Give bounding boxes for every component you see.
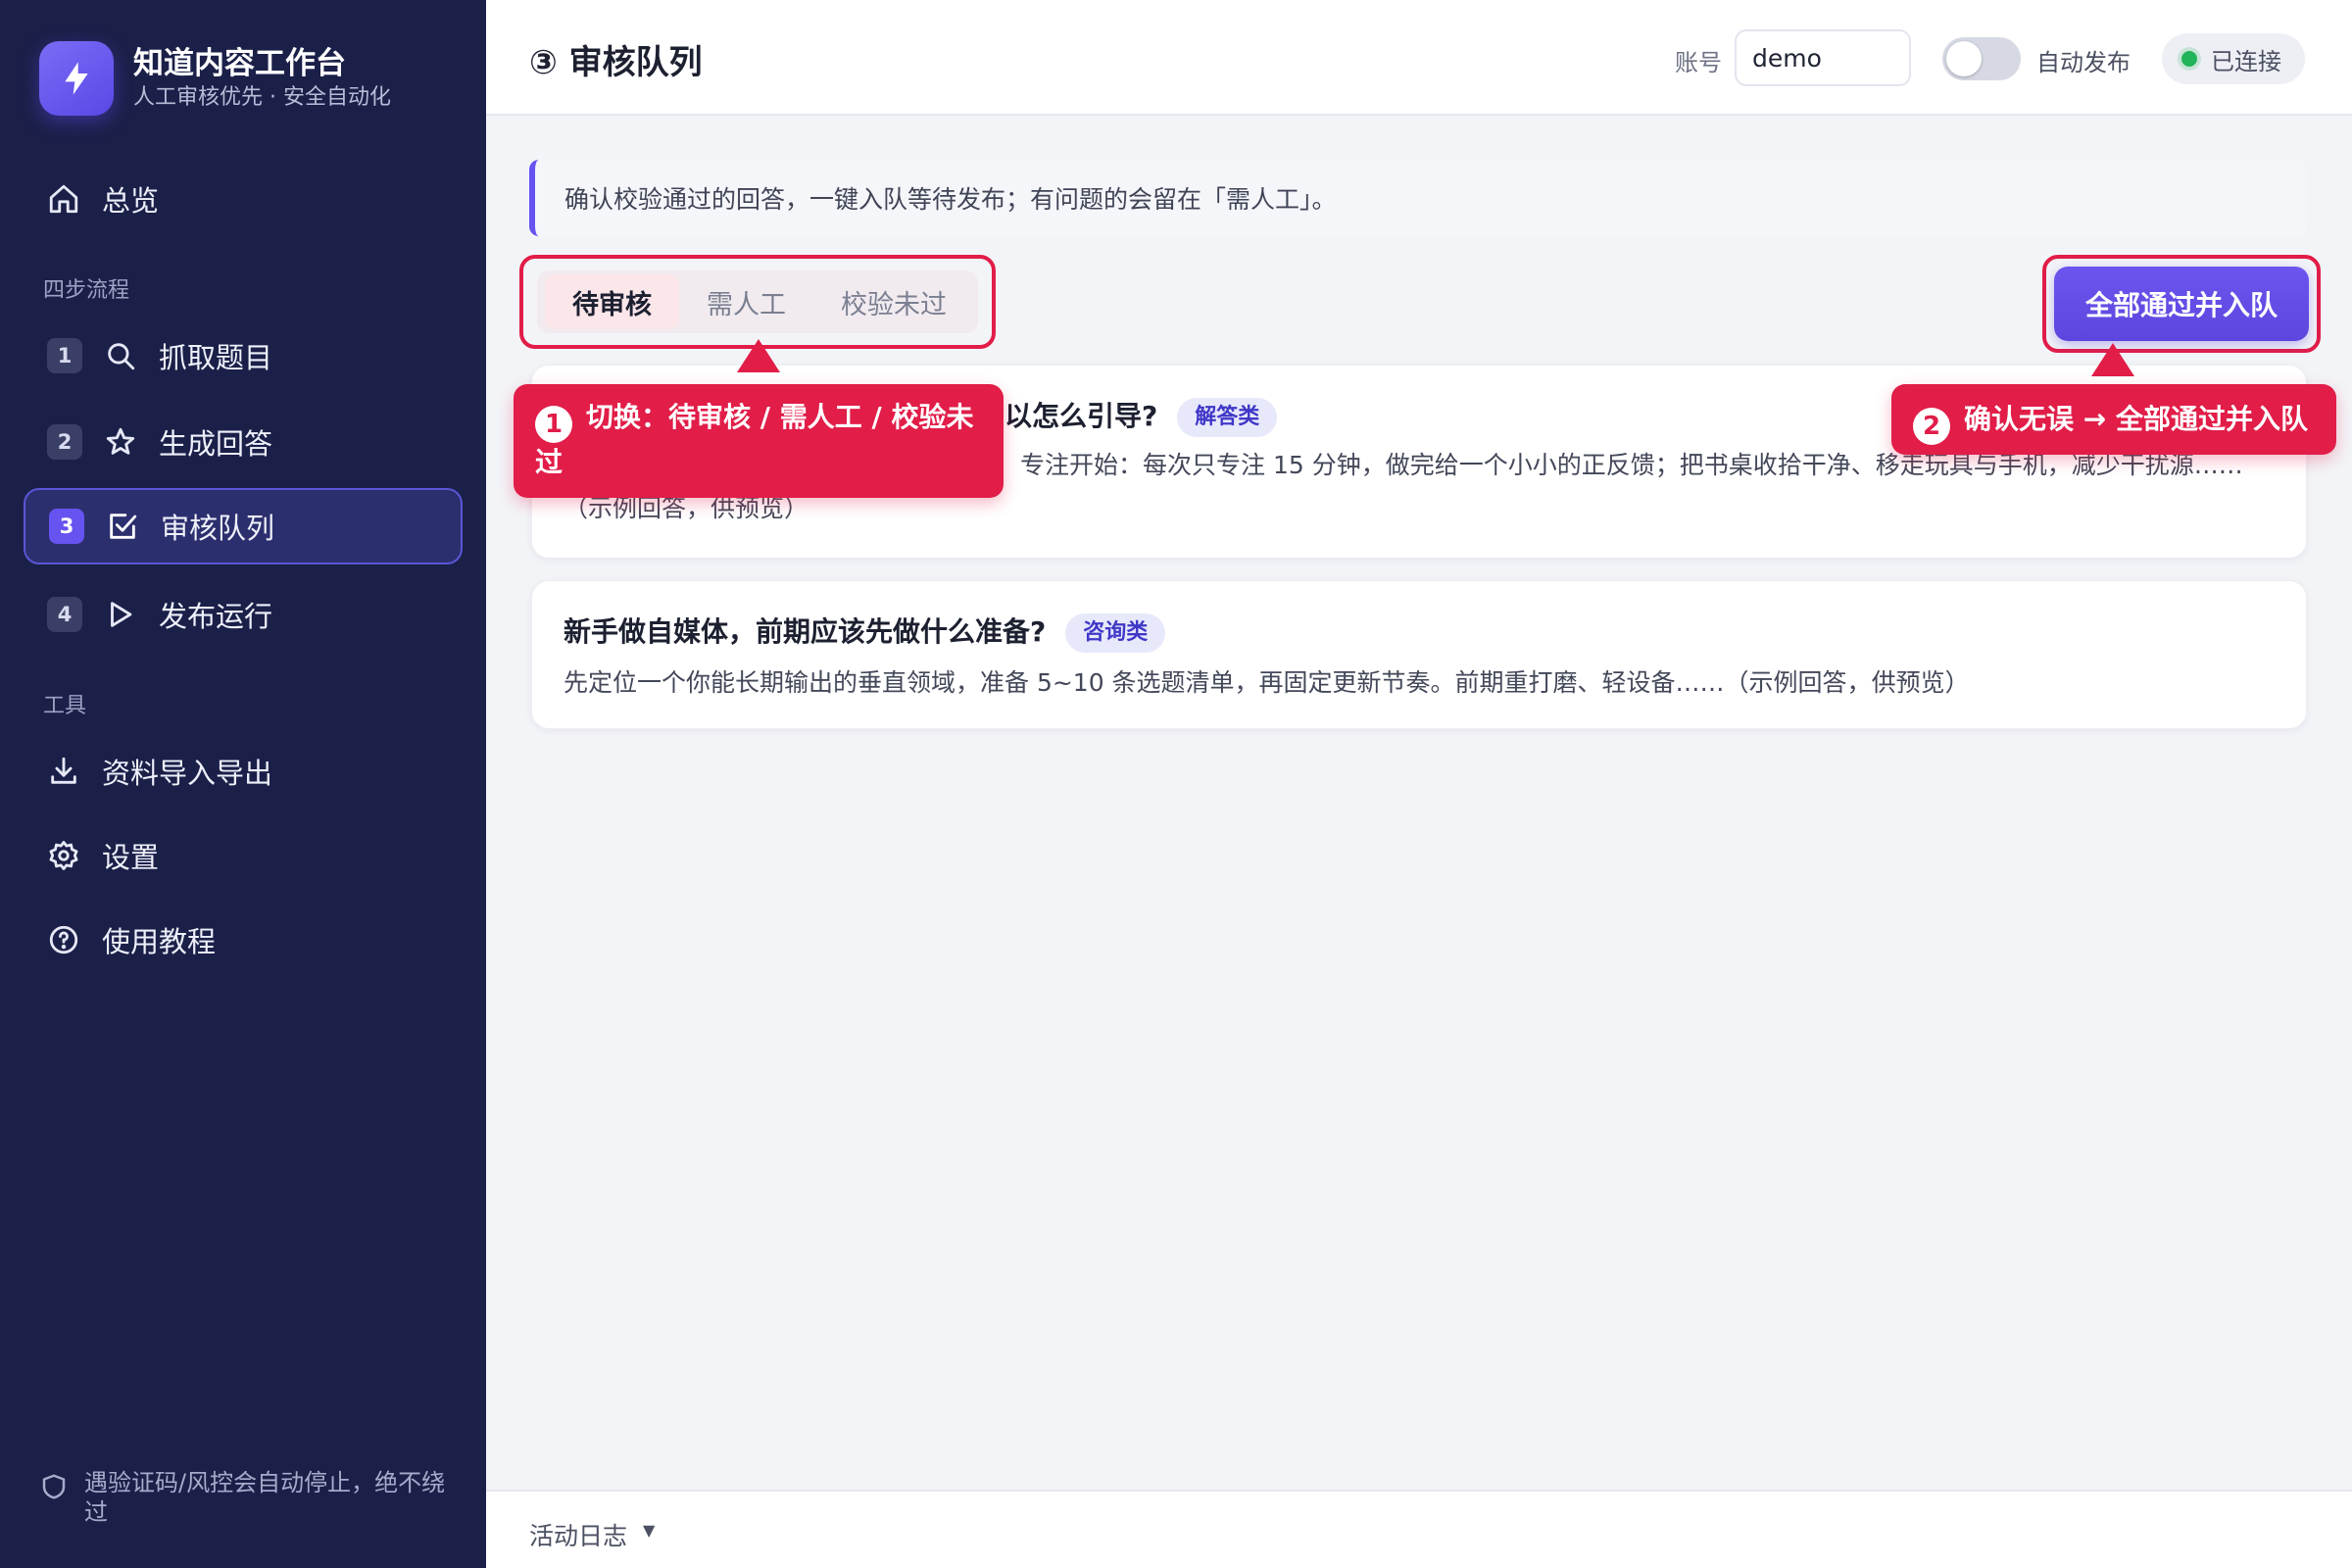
brand: 知道内容工作台 人工审核优先 · 安全自动化: [39, 41, 391, 116]
card-question: 以怎么引导?: [1004, 400, 1158, 432]
auto-publish-toggle[interactable]: [1942, 37, 2021, 80]
topbar: ③ 审核队列 账号 自动发布 已连接: [486, 0, 2352, 116]
review-card[interactable]: 新手做自媒体，前期应该先做什么准备? 咨询类 先定位一个你能长期输出的垂直领域，准…: [531, 580, 2307, 729]
sidebar-item-label: 设置: [102, 841, 160, 874]
page-title: ③ 审核队列: [529, 43, 703, 82]
sidebar: 知道内容工作台 人工审核优先 · 安全自动化 总览 四步流程 1 抓取题目 2 …: [0, 0, 486, 1568]
tab-validation-failed[interactable]: 校验未过: [813, 274, 974, 329]
sidebar-item-review-queue[interactable]: 3 审核队列: [24, 488, 463, 564]
callout-number: 2: [1913, 408, 1950, 445]
sidebar-item-label: 总览: [102, 184, 160, 218]
filter-tabs: 待审核 需人工 校验未过: [537, 270, 978, 333]
sidebar-item-import-export[interactable]: 资料导入导出: [24, 733, 463, 809]
brand-title: 知道内容工作台: [133, 46, 346, 81]
primary-action-highlight: 全部通过并入队: [2042, 255, 2321, 353]
shield-icon: [42, 1474, 66, 1499]
account-label: 账号: [1675, 49, 1722, 76]
category-badge: 解答类: [1177, 398, 1278, 437]
connection-status-text: 已连接: [2211, 47, 2281, 75]
approve-all-enqueue-button[interactable]: 全部通过并入队: [2054, 267, 2309, 341]
step-number: 2: [47, 424, 82, 460]
callout-arrow: [737, 339, 780, 372]
tabs-highlight: 待审核 需人工 校验未过: [519, 255, 996, 349]
sidebar-item-label: 审核队列: [161, 512, 275, 545]
step-number: 4: [47, 597, 82, 632]
sidebar-item-overview[interactable]: 总览: [24, 161, 463, 237]
activity-log-toggle[interactable]: 活动日志: [529, 1517, 627, 1552]
callout-tabs: 1 切换：待审核 / 需人工 / 校验未过: [514, 384, 1004, 498]
step-number: 3: [49, 509, 84, 544]
status-dot-icon: [2181, 51, 2197, 67]
sidebar-item-settings[interactable]: 设置: [24, 817, 463, 894]
step-number: 1: [47, 338, 82, 373]
callout-text: 切换：待审核 / 需人工 / 校验未过: [535, 401, 974, 478]
card-question: 新手做自媒体，前期应该先做什么准备?: [564, 615, 1047, 648]
activity-log-bar: 活动日志 ▼: [486, 1490, 2352, 1568]
sidebar-item-label: 生成回答: [159, 427, 273, 461]
caret-down-icon: ▼: [643, 1521, 656, 1540]
callout-text: 确认无误 → 全部通过并入队: [1964, 403, 2308, 435]
checkbox-icon: [104, 508, 141, 545]
help-icon: [45, 921, 82, 958]
section-label-steps: 四步流程: [43, 278, 130, 303]
info-notice: 确认校验通过的回答，一键入队等待发布；有问题的会留在「需人工」。: [529, 160, 2307, 236]
lightning-icon: [39, 41, 114, 116]
gear-icon: [45, 837, 82, 874]
play-icon: [102, 596, 139, 633]
sidebar-item-publish[interactable]: 4 发布运行: [24, 576, 463, 653]
tab-needs-manual[interactable]: 需人工: [679, 274, 813, 329]
sidebar-item-label: 资料导入导出: [102, 757, 273, 790]
sidebar-item-label: 抓取题目: [159, 341, 273, 374]
card-answer: 先定位一个你能长期输出的垂直领域，准备 5~10 条选题清单，再固定更新节奏。前…: [564, 668, 1970, 697]
safety-note: 遇验证码/风控会自动停止，绝不绕过: [39, 1468, 451, 1527]
sidebar-item-tutorial[interactable]: 使用教程: [24, 902, 463, 978]
toggle-knob: [1946, 41, 1982, 76]
safety-note-text: 遇验证码/风控会自动停止，绝不绕过: [84, 1469, 446, 1526]
sidebar-item-label: 使用教程: [102, 925, 217, 958]
connection-status-badge: 已连接: [2162, 33, 2305, 84]
card-question-row: 以怎么引导? 解答类: [1004, 395, 1278, 437]
auto-publish-label: 自动发布: [2036, 49, 2131, 76]
callout-arrow: [2091, 343, 2134, 376]
callout-approve: 2 确认无误 → 全部通过并入队: [1891, 384, 2336, 455]
account-input[interactable]: [1735, 29, 1911, 86]
home-icon: [45, 180, 82, 218]
star-icon: [102, 423, 139, 461]
callout-number: 1: [535, 406, 572, 443]
search-icon: [102, 337, 139, 374]
download-icon: [45, 753, 82, 790]
sidebar-item-generate[interactable]: 2 生成回答: [24, 404, 463, 480]
section-label-tools: 工具: [43, 694, 87, 718]
category-badge: 咨询类: [1065, 613, 1166, 653]
brand-subtitle: 人工审核优先 · 安全自动化: [133, 85, 391, 110]
card-question-row: 新手做自媒体，前期应该先做什么准备? 咨询类: [564, 611, 1166, 653]
sidebar-item-label: 发布运行: [159, 600, 273, 633]
tab-pending-review[interactable]: 待审核: [545, 274, 679, 329]
sidebar-item-fetch[interactable]: 1 抓取题目: [24, 318, 463, 394]
info-notice-text: 确认校验通过的回答，一键入队等待发布；有问题的会留在「需人工」。: [564, 185, 1337, 214]
